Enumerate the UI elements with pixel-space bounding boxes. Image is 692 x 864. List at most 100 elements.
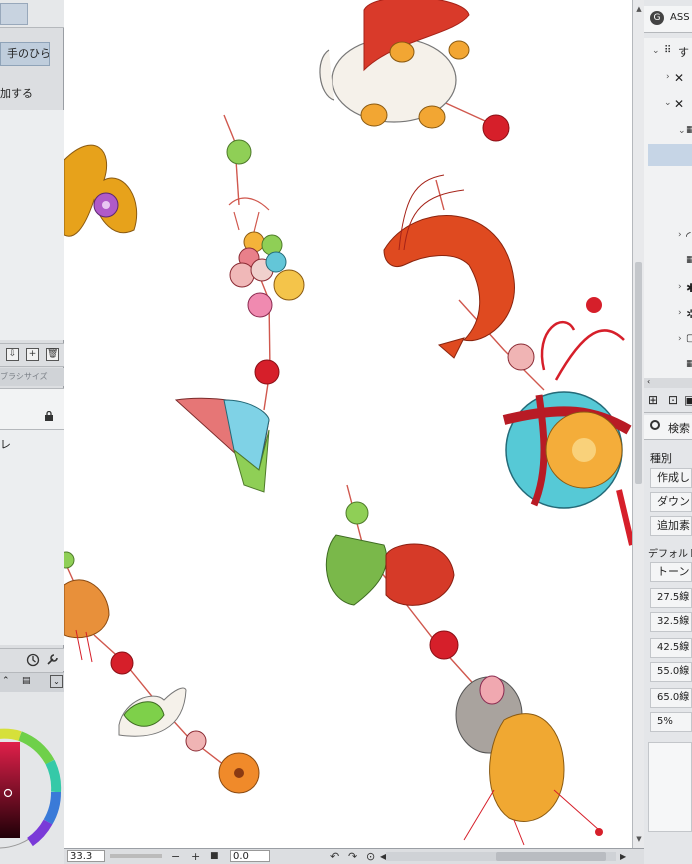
rotate-left-icon[interactable]: ↶ xyxy=(330,849,339,864)
flower-figure xyxy=(218,752,260,794)
sub-tool-list xyxy=(0,110,64,340)
tree-row[interactable]: › ✲ xyxy=(644,304,692,324)
search-bar[interactable]: 検索 xyxy=(644,415,692,440)
line-item[interactable]: 32.5線 xyxy=(650,612,692,632)
wrench-icon[interactable] xyxy=(45,653,59,667)
stray-label: レ xyxy=(0,438,11,451)
add-sub-tool-icon[interactable]: + xyxy=(26,348,39,361)
filter-added-button[interactable]: 追加素 xyxy=(650,516,692,536)
tree-row[interactable]: ⌄ ✕ xyxy=(644,94,692,114)
chevron-right-icon[interactable]: › xyxy=(666,72,670,82)
chevron-right-icon[interactable]: › xyxy=(678,308,682,318)
search-icon[interactable] xyxy=(650,420,660,430)
tree-row-label: す xyxy=(678,46,689,59)
tree-row[interactable]: › ▢ xyxy=(644,330,692,350)
tree-row[interactable]: › ✱ xyxy=(644,278,692,298)
dog-figure xyxy=(319,0,510,142)
bead-cluster xyxy=(226,139,305,385)
zoom-out-button[interactable]: − xyxy=(171,849,180,864)
canvas-status-bar: 33.3 − + ■ 0.0 ↶ ↷ ⊙ ◀ ▶ xyxy=(64,848,644,864)
asset-preview-box xyxy=(648,742,692,832)
grid-icon: ⠿ xyxy=(664,45,672,56)
tree-row[interactable]: ▦ xyxy=(644,356,692,376)
right-asset-panel: G ASS ⌄ ⠿ す › ✕ ⌄ ✕ ⌄ ▦ › ◜ ▦ › ✱ › ✲ › … xyxy=(644,0,692,864)
cross-icon: ✕ xyxy=(674,97,685,111)
tree-row[interactable]: ⌄ ⠿ す xyxy=(644,42,692,62)
new-item-icon[interactable]: ⊡ xyxy=(668,393,678,407)
copy-icon[interactable]: ▣ xyxy=(684,393,692,407)
chevron-right-icon[interactable]: › xyxy=(678,230,682,240)
zoom-slider[interactable] xyxy=(110,854,162,858)
default-label: デフォルト xyxy=(648,549,692,560)
asset-panel-header: G ASS xyxy=(644,6,692,33)
shrimp-figure xyxy=(383,174,535,371)
selected-tree-row[interactable] xyxy=(648,144,692,166)
temari-ball xyxy=(502,297,632,546)
tree-row[interactable]: › ✕ xyxy=(644,68,692,88)
rotation-input[interactable]: 0.0 xyxy=(230,850,270,862)
file-icon: ▢ xyxy=(686,333,692,344)
filter-downloaded-button[interactable]: ダウンロ xyxy=(650,492,692,512)
search-label: 検索 xyxy=(668,422,690,435)
color-tab-icon[interactable]: ⌃ xyxy=(2,676,10,686)
checker-icon: ▦ xyxy=(686,359,692,369)
palette-tab-icon[interactable]: ▤ xyxy=(22,676,31,686)
assets-logo-icon: G xyxy=(650,11,664,25)
color-wheel[interactable] xyxy=(0,692,64,864)
tree-row[interactable]: ⌄ ▦ xyxy=(644,122,692,142)
chevron-down-icon[interactable]: ⌄ xyxy=(652,46,660,56)
fit-button[interactable]: ■ xyxy=(210,849,219,864)
reset-icon[interactable] xyxy=(26,653,40,667)
zoom-input[interactable]: 33.3 xyxy=(67,850,105,862)
scroll-left-icon[interactable]: ‹ xyxy=(647,377,650,386)
filter-list: 種別 作成し ダウンロ 追加素 デフォルト トーン 27.5線 32.5線 42… xyxy=(644,442,692,742)
drawing-canvas[interactable] xyxy=(64,0,632,848)
line-item[interactable]: 5% xyxy=(650,712,692,732)
checker-icon: ▦ xyxy=(686,125,692,135)
new-folder-icon[interactable]: ⊞ xyxy=(648,393,658,407)
scroll-up-icon[interactable]: ▲ xyxy=(634,4,644,14)
line-item[interactable]: 65.0線 xyxy=(650,688,692,708)
collapse-icon[interactable]: ⌄ xyxy=(50,675,63,688)
triangle-charm xyxy=(174,397,270,493)
tone-button[interactable]: トーン xyxy=(650,562,692,582)
chevron-down-icon[interactable]: ⌄ xyxy=(678,126,686,136)
import-icon[interactable]: ⇩ xyxy=(6,348,19,361)
color-wheel-area xyxy=(0,692,64,864)
reset-rotation-icon[interactable]: ⊙ xyxy=(366,849,375,864)
pattern-icon: ✱ xyxy=(686,281,692,295)
brush-size-tab[interactable]: ブラシサイズ xyxy=(0,368,64,386)
chevron-right-icon[interactable]: › xyxy=(678,282,682,292)
line-item[interactable]: 42.5線 xyxy=(650,638,692,658)
mouse-figure xyxy=(455,675,603,846)
line-item[interactable]: 55.0線 xyxy=(650,662,692,682)
filter-created-button[interactable]: 作成し xyxy=(650,468,692,488)
line-item[interactable]: 27.5線 xyxy=(650,588,692,608)
tool-property-area: レ xyxy=(0,430,64,645)
kind-label: 種別 xyxy=(650,452,672,465)
scroll-down-icon[interactable]: ▼ xyxy=(634,834,644,844)
tree-row[interactable]: ▦ xyxy=(644,252,692,272)
trash-icon[interactable]: 🗑 xyxy=(46,348,59,361)
left-tool-panel: 手のひら 加する ⇩ + 🗑 ブラシサイズ レ ⌃ ▤ ⌄ xyxy=(0,0,64,864)
tool-tab-active[interactable] xyxy=(0,3,28,25)
sub-tool-toolbar: ⇩ + 🗑 xyxy=(0,343,64,367)
layer-tree: ⌄ ⠿ す › ✕ ⌄ ✕ ⌄ ▦ xyxy=(644,38,692,378)
folder-icon: ◜ xyxy=(686,229,691,243)
scroll-right-icon[interactable]: ▶ xyxy=(620,849,626,864)
horizontal-scroll-thumb[interactable] xyxy=(496,852,606,861)
canvas-vertical-scrollbar[interactable]: ▲ ▼ xyxy=(632,0,644,848)
tree-horizontal-scrollbar[interactable]: ‹ xyxy=(644,377,692,388)
chevron-right-icon[interactable]: › xyxy=(678,334,682,344)
hand-tool-button[interactable]: 手のひら xyxy=(0,42,50,66)
zoom-in-button[interactable]: + xyxy=(191,849,200,864)
checker-icon: ▦ xyxy=(686,255,692,265)
lock-icon[interactable] xyxy=(44,411,54,421)
scroll-thumb[interactable] xyxy=(635,262,642,484)
rotate-right-icon[interactable]: ↷ xyxy=(348,849,357,864)
tree-row[interactable]: › ◜ xyxy=(644,226,692,246)
cross-icon: ✕ xyxy=(674,71,685,85)
chevron-down-icon[interactable]: ⌄ xyxy=(664,98,672,108)
butterfly-figure xyxy=(64,144,138,237)
asset-panel-title: ASS xyxy=(670,12,690,23)
